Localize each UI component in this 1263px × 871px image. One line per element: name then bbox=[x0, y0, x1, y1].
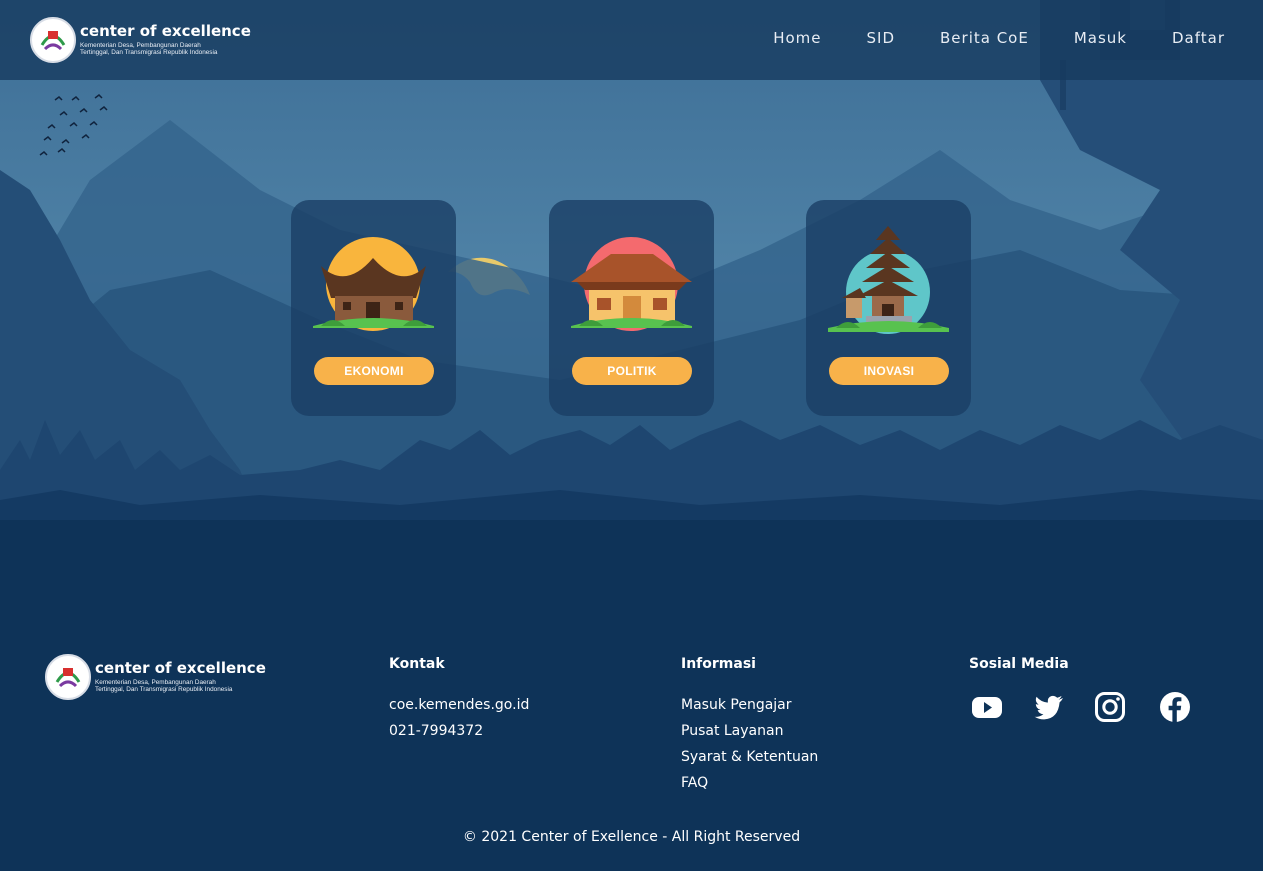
footer-brand-subtitle: Kementerian Desa, Pembangunan Daerah Ter… bbox=[95, 678, 233, 693]
footer-informasi: Informasi Masuk Pengajar Pusat Layanan S… bbox=[681, 656, 818, 796]
brand-title: center of excellence bbox=[80, 21, 251, 40]
footer-brand-title: center of excellence bbox=[95, 658, 266, 677]
social-icons-row bbox=[969, 690, 1192, 724]
instagram-icon[interactable] bbox=[1093, 690, 1127, 724]
syarat-ketentuan-link[interactable]: Syarat & Ketentuan bbox=[681, 744, 818, 770]
pagoda-temple-icon bbox=[828, 226, 949, 334]
coe-emblem-icon bbox=[45, 654, 91, 700]
kontak-heading: Kontak bbox=[389, 656, 445, 672]
pusat-layanan-link[interactable]: Pusat Layanan bbox=[681, 718, 818, 744]
facebook-icon[interactable] bbox=[1158, 690, 1192, 724]
card-politik[interactable]: POLITIK bbox=[549, 200, 714, 416]
sosial-media-heading: Sosial Media bbox=[969, 656, 1069, 672]
ekonomi-button[interactable]: EKONOMI bbox=[314, 357, 434, 385]
nav-berita-coe[interactable]: Berita CoE bbox=[940, 29, 1029, 47]
joglo-house-icon bbox=[571, 237, 692, 331]
brand-logo-link[interactable]: center of excellence Kementerian Desa, P… bbox=[30, 17, 251, 63]
card-inovasi[interactable]: INOVASI bbox=[806, 200, 971, 416]
top-navbar: center of excellence Kementerian Desa, P… bbox=[0, 0, 1263, 80]
kontak-website-link[interactable]: coe.kemendes.go.id bbox=[389, 692, 529, 718]
politik-button[interactable]: POLITIK bbox=[572, 357, 692, 385]
copyright-text: © 2021 Center of Exellence - All Right R… bbox=[462, 829, 801, 845]
nav-masuk[interactable]: Masuk bbox=[1074, 29, 1127, 47]
brand-subtitle: Kementerian Desa, Pembangunan Daerah Ter… bbox=[80, 41, 218, 56]
youtube-icon[interactable] bbox=[970, 690, 1004, 724]
nav-sid[interactable]: SID bbox=[867, 29, 896, 47]
rumah-gadang-icon bbox=[313, 237, 434, 331]
footer-brand[interactable]: center of excellence Kementerian Desa, P… bbox=[45, 654, 266, 700]
nav-daftar[interactable]: Daftar bbox=[1172, 29, 1225, 47]
main-nav: Home SID Berita CoE Masuk Daftar bbox=[773, 29, 1225, 47]
faq-link[interactable]: FAQ bbox=[681, 770, 818, 796]
nav-home[interactable]: Home bbox=[773, 29, 821, 47]
card-ekonomi[interactable]: EKONOMI bbox=[291, 200, 456, 416]
informasi-heading: Informasi bbox=[681, 656, 756, 672]
coe-emblem-icon bbox=[30, 17, 76, 63]
masuk-pengajar-link[interactable]: Masuk Pengajar bbox=[681, 692, 818, 718]
footer-sosial-media: Sosial Media bbox=[969, 656, 1192, 724]
kontak-phone-link[interactable]: 021-7994372 bbox=[389, 718, 529, 744]
inovasi-button[interactable]: INOVASI bbox=[829, 357, 949, 385]
twitter-icon[interactable] bbox=[1032, 690, 1066, 724]
footer-kontak: Kontak coe.kemendes.go.id 021-7994372 bbox=[389, 656, 529, 744]
